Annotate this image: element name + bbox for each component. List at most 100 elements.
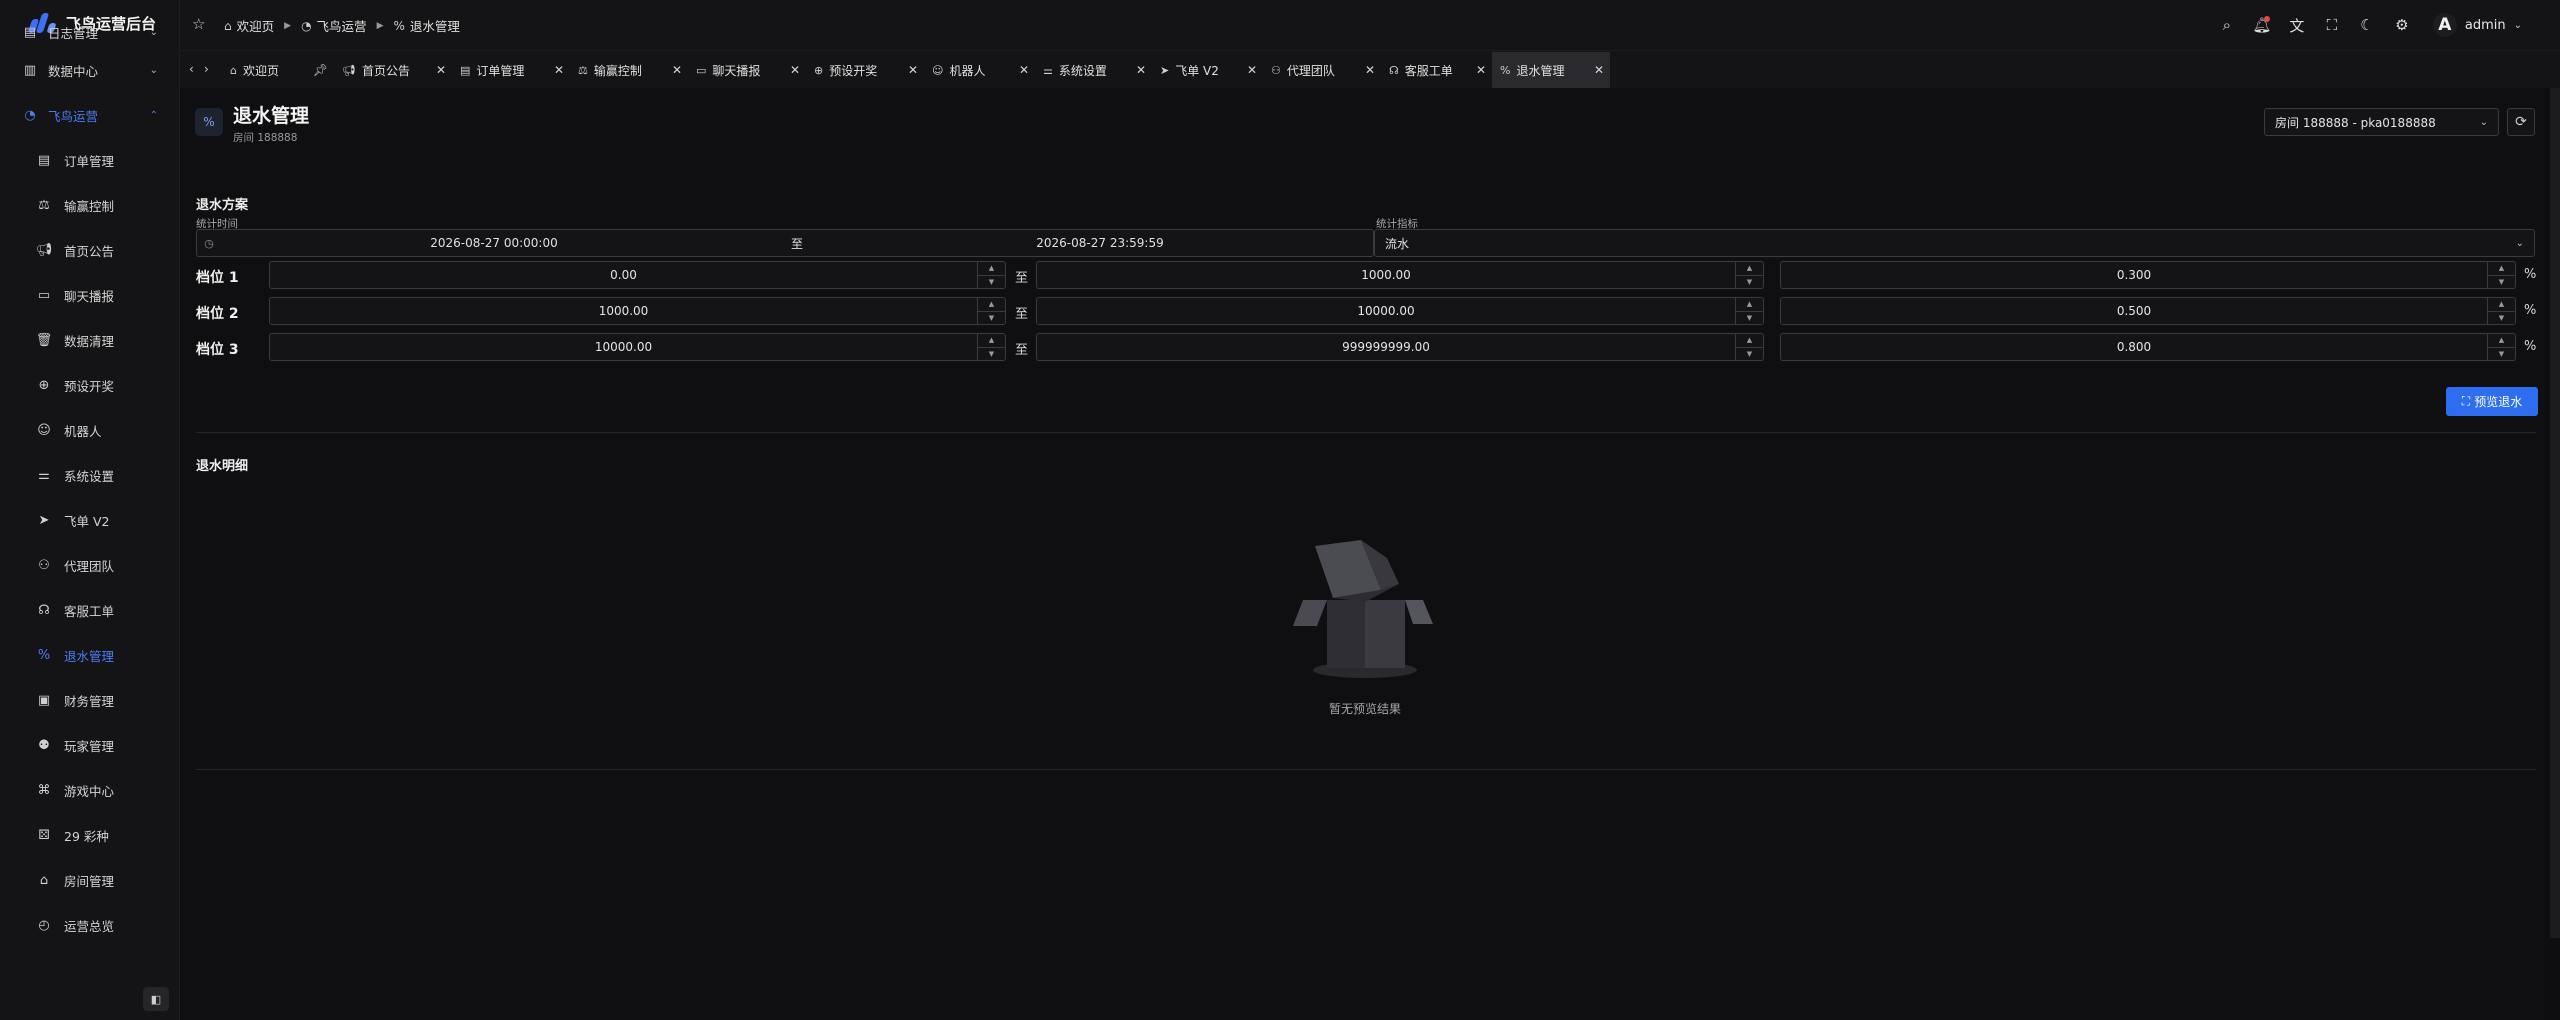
close-icon[interactable]: ✕ [1247,63,1257,77]
room-select[interactable]: 房间 188888 - pka0188888 ⌄ [2264,108,2499,136]
tab-prev-icon[interactable]: ‹ [189,62,194,76]
fullscreen-icon[interactable]: ⛶ [2322,14,2342,36]
preview-rebate-button[interactable]: ⛶ 预览退水 [2446,387,2538,416]
sidebar-item[interactable]: ▤ 日志管理 ⌄ [0,16,180,48]
tab-0[interactable]: ⌂ 欢迎页 📌︎ [222,52,334,88]
decrement-icon[interactable]: ▼ [1736,310,1763,325]
sidebar-item[interactable]: ⚌ 系统设置 [0,453,180,498]
increment-icon[interactable]: ▲ [978,334,1005,347]
close-icon[interactable]: ✕ [1476,63,1486,77]
tab-10[interactable]: ☊ 客服工单 ✕ [1381,52,1492,88]
tier-rate-input[interactable]: 0.300 ▲ ▼ [1780,261,2516,289]
sidebar-item[interactable]: ⌘ 游戏中心 [0,768,180,813]
decrement-icon[interactable]: ▼ [2488,346,2515,361]
building-icon: ⌂ [39,873,49,888]
tab-4[interactable]: ▭ 聊天播报 ✕ [688,52,806,88]
tier-to-input[interactable]: 10000.00 ▲ ▼ [1036,297,1764,325]
decrement-icon[interactable]: ▼ [1736,274,1763,289]
tier-to-input[interactable]: 1000.00 ▲ ▼ [1036,261,1764,289]
theme-moon-icon[interactable]: ☾ [2357,14,2377,36]
decrement-icon[interactable]: ▼ [978,346,1005,361]
sidebar-item[interactable]: ◔ 飞鸟运营 ⌃ [0,93,180,138]
user-menu[interactable]: A admin ⌄ [2432,13,2522,37]
close-icon[interactable]: ✕ [1019,63,1029,77]
tab-7[interactable]: ⚌ 系统设置 ✕ [1035,52,1152,88]
breadcrumb-item[interactable]: ◔ 飞鸟运营 [301,16,367,35]
chevron-down-icon: ⌄ [2515,237,2524,249]
increment-icon[interactable]: ▲ [2488,262,2515,275]
sidebar-item[interactable]: 📢︎ 首页公告 [0,228,180,273]
sidebar-item[interactable]: ▭ 聊天播报 [0,273,180,318]
sidebar-item[interactable]: ☺ 机器人 [0,408,180,453]
page-header: % 退水管理 房间 188888 [195,105,309,145]
refresh-button[interactable]: ⟳ [2507,108,2535,136]
breadcrumb-item[interactable]: % 退水管理 [393,16,459,35]
notification-bell-icon[interactable]: 🔔︎ [2252,14,2272,36]
time-start[interactable]: 2026-08-27 00:00:00 [221,236,767,250]
tab-6[interactable]: ☺ 机器人 ✕ [924,52,1035,88]
close-icon[interactable]: ✕ [908,63,918,77]
time-range-picker[interactable]: ◷ 2026-08-27 00:00:00 至 2026-08-27 23:59… [196,229,1374,257]
collapse-sidebar-button[interactable]: ◧ [143,987,169,1011]
sliders-icon: ⚌ [1043,63,1053,77]
increment-icon[interactable]: ▲ [2488,298,2515,311]
close-icon[interactable]: ✕ [790,63,800,77]
tab-1[interactable]: 📢︎ 首页公告 ✕ [334,52,452,88]
scrollbar[interactable] [2550,88,2560,938]
breadcrumb-item[interactable]: ⌂ 欢迎页 [224,16,274,35]
tier-from-input[interactable]: 1000.00 ▲ ▼ [269,297,1006,325]
close-icon[interactable]: ✕ [1136,63,1146,77]
tab-3[interactable]: ⚖ 输赢控制 ✕ [570,52,688,88]
sidebar-item[interactable]: ⚉ 玩家管理 [0,723,180,768]
sidebar-item[interactable]: ▥ 数据中心 ⌄ [0,48,180,93]
close-icon[interactable]: ✕ [436,63,446,77]
tier-from-input[interactable]: 0.00 ▲ ▼ [269,261,1006,289]
tab-2[interactable]: ▤ 订单管理 ✕ [452,52,570,88]
sidebar-item[interactable]: ⚄ 29 彩种 [0,813,180,858]
increment-icon[interactable]: ▲ [978,298,1005,311]
decrement-icon[interactable]: ▼ [2488,310,2515,325]
tab-5[interactable]: ⊕ 预设开奖 ✕ [806,52,924,88]
sidebar-item[interactable]: ☊ 客服工单 [0,588,180,633]
sidebar-item[interactable]: ▤ 订单管理 [0,138,180,183]
increment-icon[interactable]: ▲ [978,262,1005,275]
increment-icon[interactable]: ▲ [2488,334,2515,347]
tabs: ⌂ 欢迎页 📌︎ 📢︎ 首页公告 ✕ ▤ 订单管理 ✕ ⚖ 输赢控制 ✕ ▭ 聊天播报 ✕ ⊕ 预设开奖 ✕ ☺ 机器… [222,52,1610,88]
tier-rate-input[interactable]: 0.500 ▲ ▼ [1780,297,2516,325]
metric-select[interactable]: 流水 ⌄ [1374,229,2535,257]
settings-gear-icon[interactable]: ⚙ [2392,14,2412,36]
favorite-star-icon[interactable]: ☆ [192,15,205,33]
translate-icon[interactable]: 文 [2287,14,2307,36]
sidebar-item[interactable]: ◴ 运营总览 [0,903,180,948]
sidebar-item[interactable]: ➤ 飞单 V2 [0,498,180,543]
tab-9[interactable]: ⚇ 代理团队 ✕ [1263,52,1381,88]
close-icon[interactable]: ✕ [1594,63,1604,77]
sidebar-item[interactable]: % 退水管理 [0,633,180,678]
decrement-icon[interactable]: ▼ [1736,346,1763,361]
pin-icon[interactable]: 📌︎ [313,63,328,77]
sidebar-item[interactable]: 🗑︎ 数据清理 [0,318,180,363]
decrement-icon[interactable]: ▼ [978,274,1005,289]
close-icon[interactable]: ✕ [1365,63,1375,77]
decrement-icon[interactable]: ▼ [2488,274,2515,289]
search-icon[interactable]: ⌕ [2217,14,2237,36]
close-icon[interactable]: ✕ [672,63,682,77]
tab-next-icon[interactable]: › [204,62,209,76]
sidebar-item[interactable]: ⚇ 代理团队 [0,543,180,588]
sidebar-item[interactable]: ⚖ 输赢控制 [0,183,180,228]
tab-8[interactable]: ➤ 飞单 V2 ✕ [1152,52,1263,88]
tab-11[interactable]: % 退水管理 ✕ [1492,52,1610,88]
increment-icon[interactable]: ▲ [1736,262,1763,275]
sidebar-item[interactable]: ⌂ 房间管理 [0,858,180,903]
tier-from-input[interactable]: 10000.00 ▲ ▼ [269,333,1006,361]
sidebar-item[interactable]: ▣ 财务管理 [0,678,180,723]
tier-rate-input[interactable]: 0.800 ▲ ▼ [1780,333,2516,361]
sidebar: 飞鸟运营后台 ▤ 日志管理 ⌄ ▥ 数据中心 ⌄ ◔ 飞鸟运营 ⌃ ▤ 订单管理 ⚖ 输赢控制 📢︎ 首页公… [0,0,180,1020]
sidebar-item[interactable]: ⊕ 预设开奖 [0,363,180,408]
close-icon[interactable]: ✕ [554,63,564,77]
decrement-icon[interactable]: ▼ [978,310,1005,325]
increment-icon[interactable]: ▲ [1736,298,1763,311]
tier-to-input[interactable]: 999999999.00 ▲ ▼ [1036,333,1764,361]
time-end[interactable]: 2026-08-27 23:59:59 [827,236,1373,250]
increment-icon[interactable]: ▲ [1736,334,1763,347]
